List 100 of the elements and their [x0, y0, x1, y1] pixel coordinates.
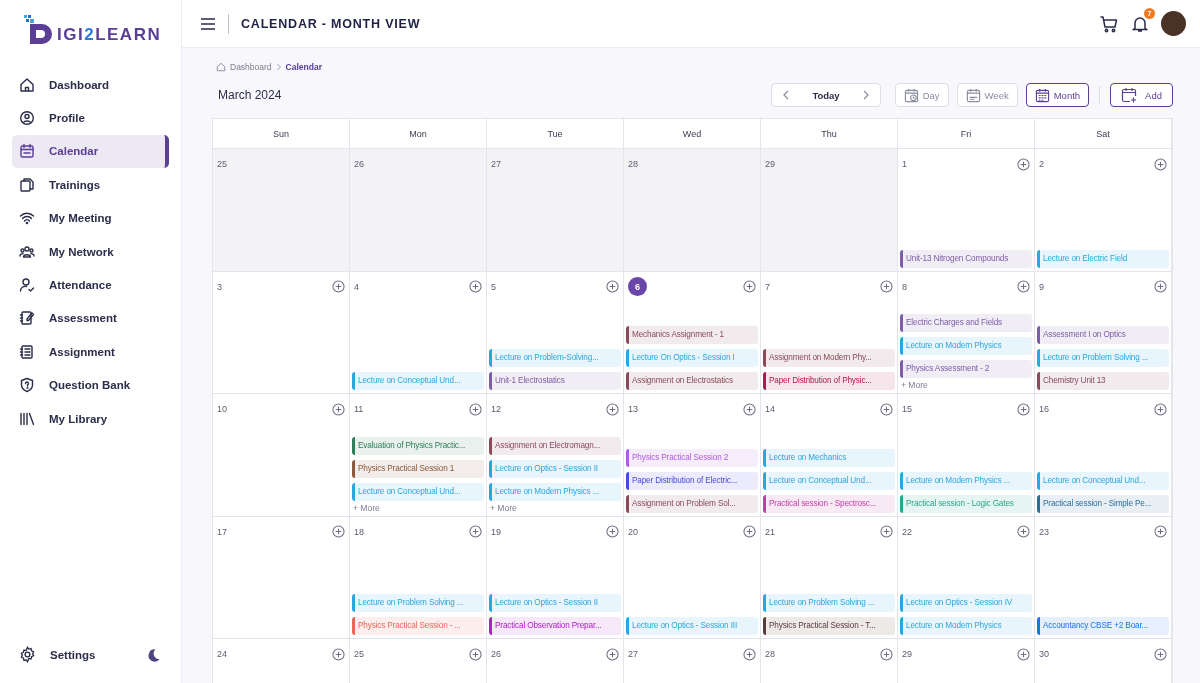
day-cell[interactable]: 9 Assessment I on Optics Lecture on Problem Solving ... Chemistry Unit 13	[1035, 271, 1172, 394]
sidebar-item[interactable]: Attendance	[12, 268, 169, 302]
day-cell[interactable]: 18 Lecture on Problem Solving ... Physics Practical Session - ...	[350, 516, 487, 639]
event-chip[interactable]: Assignment on Electrostatics	[626, 372, 758, 390]
sidebar-item[interactable]: Calendar	[12, 134, 169, 169]
add-button[interactable]: Add	[1110, 83, 1173, 107]
view-tab[interactable]: Day	[894, 83, 949, 107]
sidebar-item[interactable]: My Network	[12, 234, 169, 269]
add-event-icon[interactable]	[332, 402, 345, 416]
today-button[interactable]: Today	[812, 89, 840, 101]
event-chip[interactable]: Physics Assessment - 2	[900, 360, 1032, 378]
day-cell[interactable]: 15 Lecture on Modern Physics ... Practical session - Logic Gates	[898, 394, 1035, 517]
day-cell[interactable]: 29	[761, 149, 898, 272]
chevron-right-icon[interactable]	[861, 90, 870, 100]
day-cell[interactable]: 12 Assignment on Electromagn... Lecture on Optics - Session II Lecture on Modern Physics ... + More	[487, 394, 624, 517]
add-event-icon[interactable]	[606, 647, 619, 661]
event-chip[interactable]: Accountancy CBSE +2 Boar...	[1037, 617, 1169, 635]
day-cell[interactable]: 19 Lecture on Optics - Session II Practical Observation Prepar...	[487, 516, 624, 639]
day-cell[interactable]: 28	[761, 639, 898, 683]
day-cell[interactable]: 7 Assignment on Modern Phy... Paper Distribution of Physic...	[761, 271, 898, 394]
event-chip[interactable]: Practical session - Spectrosc...	[763, 494, 895, 513]
day-cell[interactable]: 1 Unit-13 Nitrogen Compounds	[898, 149, 1035, 272]
add-event-icon[interactable]	[1154, 402, 1167, 416]
add-event-icon[interactable]	[606, 525, 619, 538]
add-event-icon[interactable]	[1154, 157, 1167, 171]
breadcrumb-link[interactable]: Dashboard	[230, 62, 272, 72]
day-cell[interactable]: 29	[898, 639, 1035, 683]
day-cell[interactable]: 26	[350, 149, 487, 272]
day-cell[interactable]: 22 Lecture on Optics - Session IV Lecture on Modern Physics	[898, 516, 1035, 639]
add-event-icon[interactable]	[469, 280, 482, 293]
event-chip[interactable]: Physics Practical Session 2	[626, 448, 758, 467]
day-cell[interactable]: 2 Lecture on Electric Field	[1035, 149, 1172, 272]
event-chip[interactable]: Paper Distribution of Electric...	[626, 471, 758, 490]
day-cell[interactable]: 14 Lecture on Mechanics Lecture on Conceptual Und... Practical session - Spectrosc...	[761, 394, 898, 517]
day-cell[interactable]: 3	[213, 271, 350, 394]
day-cell[interactable]: 25	[350, 639, 487, 683]
day-cell[interactable]: 5 Lecture on Problem-Solving... Unit-1 Electrostatics	[487, 271, 624, 394]
day-cell[interactable]: 13 Physics Practical Session 2 Paper Distribution of Electric... Assignment on Problem Sol...	[624, 394, 761, 517]
day-cell[interactable]: 27	[624, 639, 761, 683]
add-event-icon[interactable]	[743, 647, 756, 661]
add-event-icon[interactable]	[1154, 280, 1167, 293]
event-chip[interactable]: Assessment I on Optics	[1037, 326, 1169, 344]
event-chip[interactable]: Assignment on Modern Phy...	[763, 349, 895, 367]
add-event-icon[interactable]	[743, 402, 756, 416]
event-chip[interactable]: Assignment on Electromagn...	[489, 436, 621, 455]
sidebar-item[interactable]: My Meeting	[12, 201, 169, 235]
view-tab[interactable]: Month	[1025, 83, 1090, 107]
add-event-icon[interactable]	[880, 280, 893, 293]
more-link[interactable]: + More	[900, 380, 1032, 390]
day-cell[interactable]: 10	[213, 394, 350, 517]
event-chip[interactable]: Unit-13 Nitrogen Compounds	[900, 249, 1032, 268]
add-event-icon[interactable]	[743, 280, 756, 293]
day-cell[interactable]: 21 Lecture on Problem Solving ... Physics Practical Session - T...	[761, 516, 898, 639]
add-event-icon[interactable]	[332, 280, 345, 293]
add-event-icon[interactable]	[469, 525, 482, 538]
add-event-icon[interactable]	[469, 402, 482, 416]
add-event-icon[interactable]	[880, 525, 893, 538]
sidebar-item[interactable]: Question Bank	[12, 368, 169, 402]
event-chip[interactable]: Unit-1 Electrostatics	[489, 372, 621, 390]
dark-mode-toggle-icon[interactable]	[146, 647, 161, 663]
add-event-icon[interactable]	[332, 647, 345, 661]
day-cell[interactable]: 26	[487, 639, 624, 683]
sidebar-item[interactable]: Assignment	[12, 335, 169, 369]
bell-icon[interactable]	[1131, 14, 1149, 33]
add-event-icon[interactable]	[606, 280, 619, 293]
day-cell[interactable]: 17	[213, 516, 350, 639]
event-chip[interactable]: Evaluation of Physics Practic...	[352, 436, 484, 455]
add-event-icon[interactable]	[1017, 525, 1030, 538]
day-cell[interactable]: 6 Mechanics Assignment - 1 Lecture On Optics - Session I Assignment on Electrostatics	[624, 271, 761, 394]
day-cell[interactable]: 25	[213, 149, 350, 272]
chevron-left-icon[interactable]	[782, 90, 791, 100]
event-chip[interactable]: Physics Practical Session 1	[352, 459, 484, 478]
day-cell[interactable]: 11 Evaluation of Physics Practic... Physics Practical Session 1 Lecture on Conceptual Und... + More	[350, 394, 487, 517]
settings-item[interactable]: Settings	[12, 638, 96, 672]
add-event-icon[interactable]	[1017, 157, 1030, 171]
day-cell[interactable]: 4 Lecture on Conceptual Und...	[350, 271, 487, 394]
day-cell[interactable]: 16 Lecture on Conceptual Und... Practical session - Simple Pe...	[1035, 394, 1172, 517]
event-chip[interactable]: Practical Observation Prepar...	[489, 617, 621, 635]
day-cell[interactable]: 30	[1035, 639, 1172, 683]
sidebar-item[interactable]: Profile	[12, 101, 169, 135]
event-chip[interactable]: Electric Charges and Fields	[900, 314, 1032, 332]
day-cell[interactable]: 8 Electric Charges and Fields Lecture on Modern Physics Physics Assessment - 2 + More	[898, 271, 1035, 394]
sidebar-item[interactable]: Trainings	[12, 168, 169, 202]
event-chip[interactable]: Assignment on Problem Sol...	[626, 494, 758, 513]
add-event-icon[interactable]	[880, 402, 893, 416]
add-event-icon[interactable]	[880, 647, 893, 661]
sidebar-item[interactable]: Assessment	[12, 301, 169, 336]
event-chip[interactable]: Paper Distribution of Physic...	[763, 372, 895, 390]
more-link[interactable]: + More	[352, 502, 484, 513]
event-chip[interactable]: Chemistry Unit 13	[1037, 372, 1169, 390]
breadcrumb-link[interactable]: Calendar	[285, 62, 322, 72]
add-event-icon[interactable]	[1017, 402, 1030, 416]
add-event-icon[interactable]	[1017, 280, 1030, 293]
cart-icon[interactable]	[1099, 13, 1119, 34]
add-event-icon[interactable]	[332, 525, 345, 538]
view-tab[interactable]: Week	[956, 83, 1018, 107]
day-cell[interactable]: 27	[487, 149, 624, 272]
menu-icon[interactable]	[200, 16, 216, 31]
sidebar-item[interactable]: Dashboard	[12, 68, 169, 102]
more-link[interactable]: + More	[489, 502, 621, 513]
